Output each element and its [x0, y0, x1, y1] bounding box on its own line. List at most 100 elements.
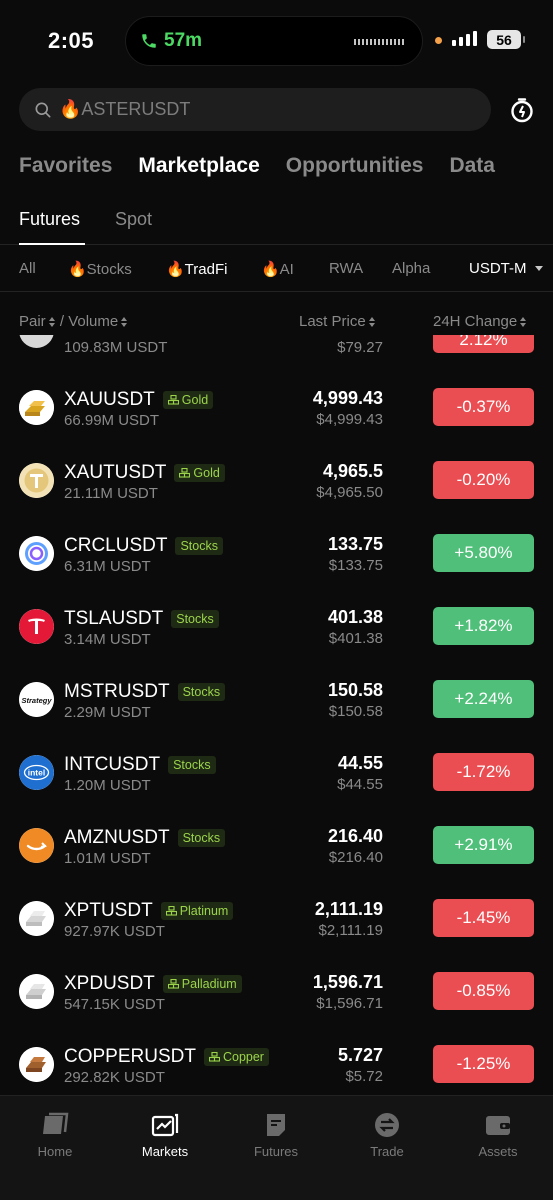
column-volume-label: Volume — [68, 313, 119, 330]
nav-markets[interactable]: Markets — [110, 1112, 220, 1159]
nav-futures[interactable]: Futures — [221, 1112, 331, 1159]
change-badge[interactable]: -0.20% — [433, 461, 534, 499]
volume: 927.97K USDT — [64, 923, 165, 940]
tab-favorites[interactable]: Favorites — [19, 154, 112, 178]
price-usd: $44.55 — [337, 776, 383, 793]
sort-pair-volume[interactable]: Pair / Volume — [19, 313, 128, 330]
bottom-nav: Home Markets Futures Trade Assets — [0, 1095, 553, 1200]
tab-data[interactable]: Data — [449, 154, 495, 178]
table-row[interactable]: XPDUSDT Palladium 547.15K USDT 1,596.71 $1,5… — [0, 955, 553, 1028]
table-row[interactable]: 109.83M USDT $79.27 2.12% — [0, 335, 553, 371]
change-badge[interactable]: -1.45% — [433, 899, 534, 937]
nav-home[interactable]: Home — [0, 1112, 110, 1159]
search-input[interactable] — [59, 99, 439, 120]
change-badge[interactable]: +1.82% — [433, 607, 534, 645]
category-tag: Platinum — [160, 902, 234, 920]
change-value: +5.80% — [454, 543, 513, 562]
tab-marketplace[interactable]: Marketplace — [138, 154, 259, 178]
market-list[interactable]: 109.83M USDT $79.27 2.12% XAUUSDT Gold 66.… — [0, 335, 553, 1093]
status-bar: 2:05 57m 56 — [0, 0, 553, 84]
tab-opportunities[interactable]: Opportunities — [286, 154, 424, 178]
column-price-label: Last Price — [299, 313, 366, 330]
filter-alpha[interactable]: Alpha — [392, 260, 430, 277]
table-row[interactable]: AMZNUSDT Stocks 1.01M USDT 216.40 $216.40 +2.… — [0, 809, 553, 882]
change-badge[interactable]: -0.37% — [433, 388, 534, 426]
sort-icon — [48, 317, 55, 328]
nav-trade[interactable]: Trade — [332, 1112, 442, 1159]
table-row[interactable]: XAUTUSDT Gold 21.11M USDT 4,965.5 $4,965.50 -… — [0, 444, 553, 517]
pair-symbol: INTCUSDT — [64, 754, 161, 775]
price-usd: $401.38 — [328, 630, 383, 647]
strategy-logo-text: Strategy — [21, 696, 52, 705]
last-price: 2,111.19 — [314, 899, 383, 919]
coin-logo-intel: intel — [19, 755, 54, 790]
sort-icon — [520, 317, 527, 328]
pair-symbol: CRCLUSDT — [64, 535, 168, 556]
commodity-icon — [208, 1052, 220, 1062]
sort-icon — [121, 317, 128, 328]
table-row[interactable]: TSLAUSDT Stocks 3.14M USDT 401.38 $401.38 +1.… — [0, 590, 553, 663]
search-bar[interactable] — [19, 88, 491, 131]
filter-stocks[interactable]: 🔥Stocks — [68, 260, 132, 278]
price-usd: $2,111.19 — [318, 922, 383, 939]
pair-symbol: XAUTUSDT — [64, 462, 167, 483]
last-price: 5.727 — [337, 1045, 383, 1065]
pair-symbol: XPTUSDT — [64, 900, 153, 921]
last-price: 216.40 — [327, 826, 383, 846]
mic-indicator-dot — [435, 37, 442, 44]
category-tag: Copper — [203, 1048, 269, 1066]
volume: 6.31M USDT — [64, 558, 151, 575]
change-badge[interactable]: -1.25% — [433, 1045, 534, 1083]
column-pair-label: Pair — [19, 313, 46, 330]
change-badge[interactable]: -1.72% — [433, 753, 534, 791]
nav-assets[interactable]: Assets — [443, 1112, 553, 1159]
volume: 3.14M USDT — [64, 631, 151, 648]
change-badge[interactable]: +5.80% — [433, 534, 534, 572]
intel-logo-text: intel — [28, 768, 45, 778]
status-time: 2:05 — [48, 28, 95, 53]
category-tag-label: Platinum — [179, 904, 229, 918]
table-row[interactable]: XAUUSDT Gold 66.99M USDT 4,999.43 $4,999.43 -… — [0, 371, 553, 444]
change-badge[interactable]: 2.12% — [433, 335, 534, 353]
filter-rwa[interactable]: RWA — [329, 260, 363, 277]
coin-logo-circle — [19, 536, 54, 571]
change-badge[interactable]: +2.91% — [433, 826, 534, 864]
commodity-icon — [165, 906, 177, 916]
pair-cell: AMZNUSDT Stocks — [64, 827, 226, 849]
stopwatch-icon[interactable] — [508, 96, 536, 124]
pair-symbol: XAUUSDT — [64, 389, 155, 410]
volume: 292.82K USDT — [64, 1069, 165, 1086]
nav-label: Markets — [141, 1144, 189, 1159]
markets-icon — [151, 1113, 179, 1137]
change-badge[interactable]: -0.85% — [433, 972, 534, 1010]
tab-spot[interactable]: Spot — [115, 209, 152, 230]
price-usd: $133.75 — [328, 557, 383, 574]
category-tag-label: Gold — [193, 466, 220, 480]
pair-cell: XAUUSDT Gold — [64, 389, 214, 411]
category-tag-label: Stocks — [180, 539, 218, 553]
table-row[interactable]: CRCLUSDT Stocks 6.31M USDT 133.75 $133.75 +5.… — [0, 517, 553, 590]
table-row[interactable]: XPTUSDT Platinum 927.97K USDT 2,111.19 $2,11… — [0, 882, 553, 955]
pair-cell: COPPERUSDT Copper — [64, 1046, 269, 1068]
search-icon — [35, 102, 51, 117]
sort-last-price[interactable]: Last Price — [299, 313, 376, 330]
change-value: -0.85% — [456, 981, 511, 1000]
filter-ai[interactable]: 🔥AI — [261, 260, 294, 278]
dynamic-island[interactable]: 57m — [125, 16, 423, 66]
table-row[interactable]: Strategy MSTRUSDT Stocks 2.29M USDT 150.58 $1… — [0, 663, 553, 736]
table-row[interactable]: intel INTCUSDT Stocks 1.20M USDT 44.55 $44.55… — [0, 736, 553, 809]
coin-logo-strategy: Strategy — [19, 682, 54, 717]
sort-24h-change[interactable]: 24H Change — [433, 313, 527, 330]
nav-label: Home — [37, 1144, 73, 1159]
tab-futures[interactable]: Futures — [19, 209, 80, 230]
nav-label: Futures — [253, 1144, 299, 1159]
table-row[interactable]: COPPERUSDT Copper 292.82K USDT 5.727 $5.72 -1… — [0, 1028, 553, 1093]
commodity-icon — [179, 468, 191, 478]
home-icon — [43, 1112, 69, 1134]
quote-asset-select[interactable]: USDT-M — [469, 260, 543, 277]
filter-tradfi[interactable]: 🔥TradFi — [166, 260, 227, 278]
column-change-label: 24H Change — [433, 313, 518, 330]
phone-icon — [142, 34, 156, 48]
change-badge[interactable]: +2.24% — [433, 680, 534, 718]
filter-all[interactable]: All — [19, 260, 36, 277]
